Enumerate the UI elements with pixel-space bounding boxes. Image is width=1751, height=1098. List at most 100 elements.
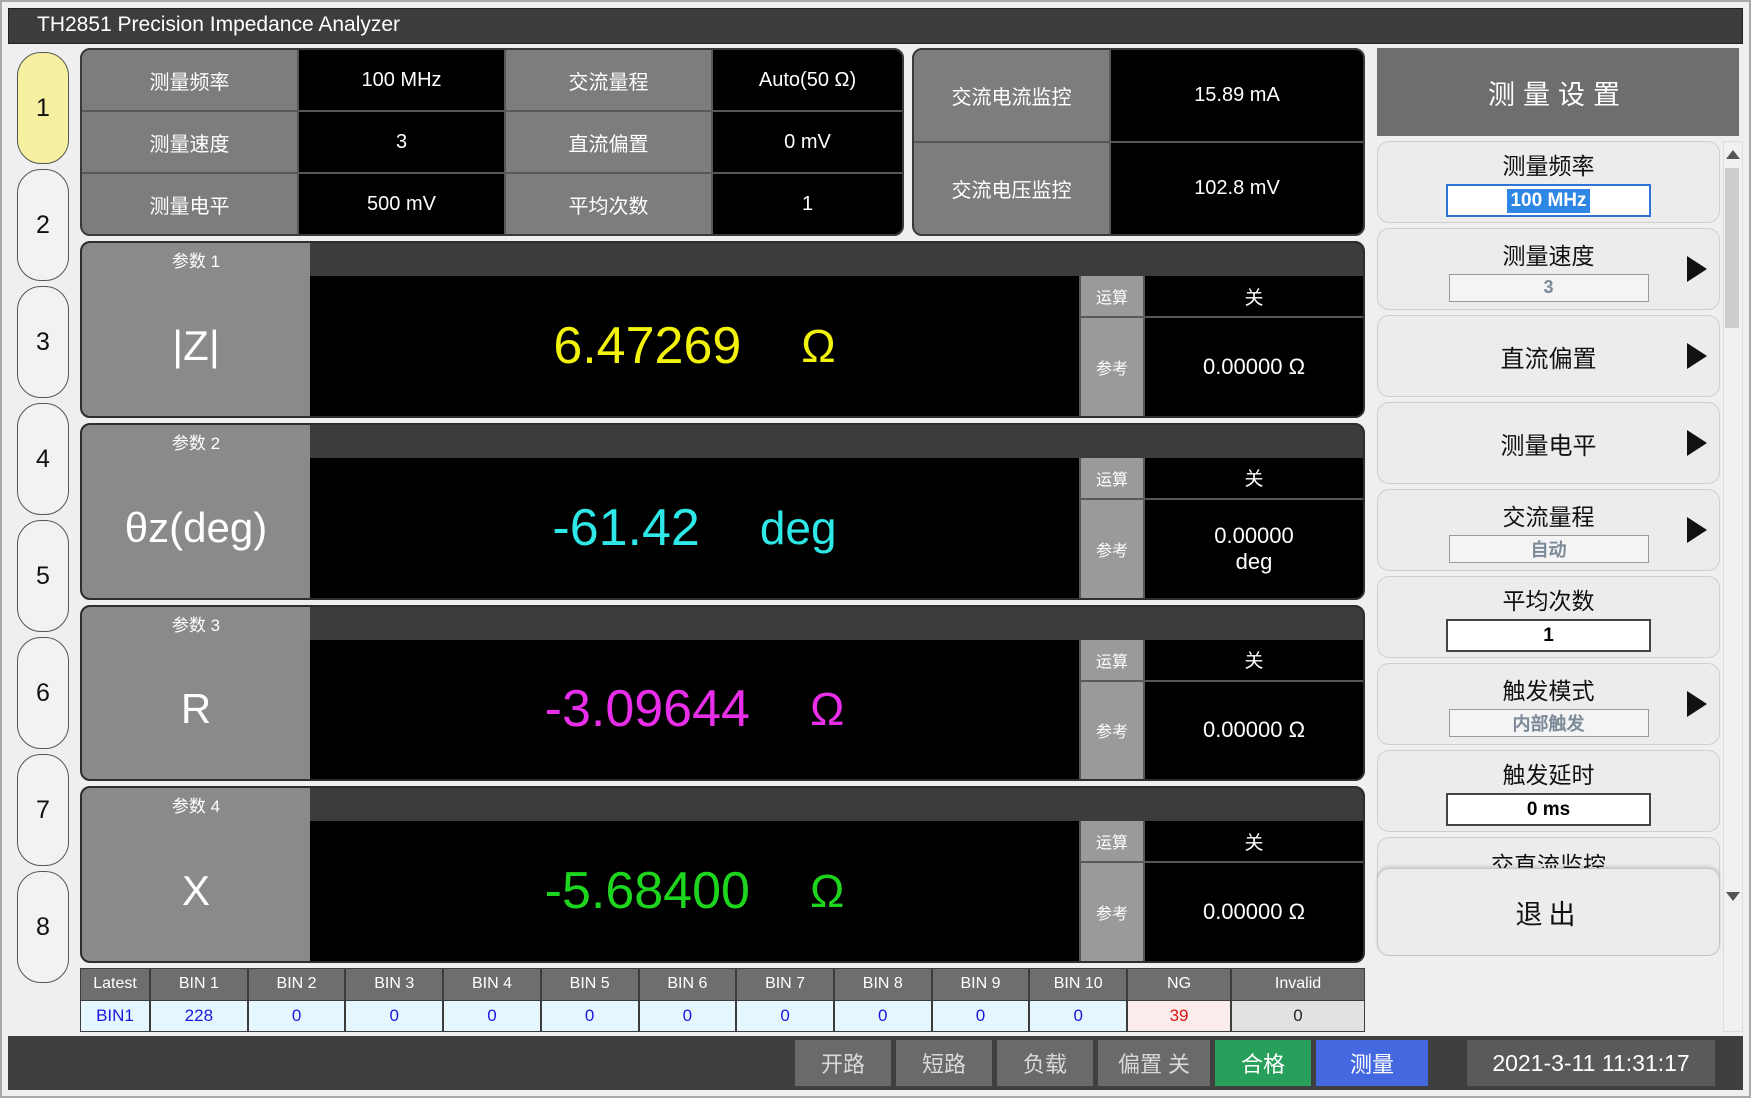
avg-label: 平均次数 [506, 174, 711, 234]
sidebar-item-speed[interactable]: 测量速度 3 [1377, 228, 1720, 310]
frequency-input[interactable]: 100 MHz [1446, 184, 1651, 217]
page-tab-7[interactable]: 7 [17, 754, 69, 866]
param-3-calc-label: 运算 [1081, 640, 1145, 680]
sidebar-item-frequency[interactable]: 测量频率 100 MHz [1377, 141, 1720, 223]
param-2-unit: deg [760, 501, 837, 555]
param-2-value-area: -61.42 deg [310, 458, 1079, 598]
ac-voltage-monitor-value: 102.8 mV [1111, 143, 1363, 234]
settings-sidebar: 测量设置 测量频率 100 MHz 测量速度 3 [1371, 44, 1743, 1032]
sidebar-item-dc-bias[interactable]: 直流偏置 [1377, 315, 1720, 397]
item-title: 直流偏置 [1501, 339, 1597, 374]
param-4-name[interactable]: X [82, 821, 310, 961]
param-3-body: R -3.09644 Ω 运算 关 参考 0.00000 Ω [82, 640, 1363, 780]
param-4-header-spacer [310, 788, 1363, 821]
item-title: 交流量程 [1503, 498, 1595, 532]
scrollbar-thumb[interactable] [1725, 168, 1739, 328]
scroll-down-icon[interactable] [1726, 892, 1740, 901]
scroll-up-icon[interactable] [1726, 150, 1740, 159]
bin-header: BIN 2 [249, 969, 345, 1000]
bin-col-1: BIN 1 228 [151, 969, 247, 1031]
sidebar-item-trigger-delay[interactable]: 触发延时 0 ms [1377, 750, 1720, 832]
param-panel-4: 参数 4 X -5.68400 Ω 运算 关 [80, 786, 1365, 963]
load-button[interactable]: 负载 [997, 1040, 1093, 1086]
bin-header: BIN 7 [737, 969, 833, 1000]
sidebar-scrollbar[interactable] [1723, 141, 1743, 1032]
measure-button[interactable]: 测量 [1316, 1040, 1428, 1086]
sidebar-item-level[interactable]: 测量电平 [1377, 402, 1720, 484]
level-label: 测量电平 [82, 174, 297, 234]
page-tab-4[interactable]: 4 [17, 403, 69, 515]
page-tab-5[interactable]: 5 [17, 520, 69, 632]
sidebar-header: 测量设置 [1377, 48, 1739, 136]
bin-col-7: BIN 7 0 [737, 969, 833, 1031]
bin-col-3: BIN 3 0 [346, 969, 442, 1031]
param-panel-1: 参数 1 |Z| 6.47269 Ω 运算 关 [80, 241, 1365, 418]
bin-value-ng: 39 [1128, 1001, 1230, 1032]
measure-settings-grid: 测量频率 100 MHz 交流量程 Auto(50 Ω) 测量速度 3 直流偏置… [80, 48, 904, 236]
short-circuit-button[interactable]: 短路 [896, 1040, 992, 1086]
dc-bias-label: 直流偏置 [506, 112, 711, 172]
trigger-mode-value-box[interactable]: 内部触发 [1449, 709, 1649, 737]
sidebar-item-average[interactable]: 平均次数 1 [1377, 576, 1720, 658]
param-3-header-spacer [310, 607, 1363, 640]
param-panel-2: 参数 2 θz(deg) -61.42 deg 运算 关 [80, 423, 1365, 600]
param-3-unit: Ω [810, 682, 844, 736]
arrow-right-icon [1687, 691, 1707, 717]
ac-voltage-monitor-label: 交流电压监控 [914, 143, 1109, 234]
app-title: TH2851 Precision Impedance Analyzer [37, 13, 400, 36]
param-1-value-area: 6.47269 Ω [310, 276, 1079, 416]
bias-off-button[interactable]: 偏置 关 [1098, 1040, 1210, 1086]
frequency-input-selected-text: 100 MHz [1507, 189, 1589, 213]
param-3-value-area: -3.09644 Ω [310, 640, 1079, 780]
bin-value: BIN1 [81, 1001, 149, 1032]
bin-header: NG [1128, 969, 1230, 1000]
bin-header: BIN 3 [346, 969, 442, 1000]
bin-value: 0 [737, 1001, 833, 1032]
bin-header: BIN 1 [151, 969, 247, 1000]
sidebar-item-ac-range[interactable]: 交流量程 自动 [1377, 489, 1720, 571]
bin-col-8: BIN 8 0 [835, 969, 931, 1031]
page-tab-rail: 1 2 3 4 5 6 7 8 [8, 44, 78, 1032]
ac-range-value-box[interactable]: 自动 [1449, 535, 1649, 563]
bin-col-5: BIN 5 0 [542, 969, 638, 1031]
trigger-delay-input[interactable]: 0 ms [1446, 793, 1651, 826]
sidebar-body: 测量频率 100 MHz 测量速度 3 直流偏置 [1377, 141, 1743, 1032]
avg-value: 1 [713, 174, 902, 234]
bin-col-4: BIN 4 0 [444, 969, 540, 1031]
param-4-tab: 参数 4 [82, 788, 310, 821]
speed-value-box[interactable]: 3 [1449, 274, 1649, 302]
param-2-body: θz(deg) -61.42 deg 运算 关 参考 0.00000 deg [82, 458, 1363, 598]
param-2-calc-value: 关 [1145, 458, 1363, 498]
page-tab-3[interactable]: 3 [17, 286, 69, 398]
param-3-ref-label: 参考 [1081, 682, 1145, 780]
param-2-ref-value: 0.00000 deg [1145, 500, 1363, 598]
bin-value: 228 [151, 1001, 247, 1032]
bin-header: BIN 10 [1030, 969, 1126, 1000]
param-4-calc-label: 运算 [1081, 821, 1145, 861]
bin-header: Invalid [1232, 969, 1364, 1000]
page-tab-2[interactable]: 2 [17, 169, 69, 281]
page-tab-6[interactable]: 6 [17, 637, 69, 749]
param-4-value: -5.68400 [545, 861, 750, 921]
page-tab-1[interactable]: 1 [17, 52, 69, 164]
item-title: 触发模式 [1503, 672, 1595, 706]
bin-header: Latest [81, 969, 149, 1000]
page-tab-8[interactable]: 8 [17, 871, 69, 983]
param-1-tab: 参数 1 [82, 243, 310, 276]
sidebar-item-trigger-mode[interactable]: 触发模式 内部触发 [1377, 663, 1720, 745]
param-4-calc-value: 关 [1145, 821, 1363, 861]
item-title: 触发延时 [1503, 756, 1595, 790]
level-value: 500 mV [299, 174, 504, 234]
param-4-header: 参数 4 [82, 788, 1363, 821]
arrow-right-icon [1687, 517, 1707, 543]
average-input[interactable]: 1 [1446, 619, 1651, 652]
param-1-body: |Z| 6.47269 Ω 运算 关 参考 0.00000 Ω [82, 276, 1363, 416]
exit-button[interactable]: 退出 [1377, 868, 1720, 956]
param-3-name[interactable]: R [82, 640, 310, 780]
open-circuit-button[interactable]: 开路 [795, 1040, 891, 1086]
param-1-name[interactable]: |Z| [82, 276, 310, 416]
param-1-header-spacer [310, 243, 1363, 276]
param-2-name[interactable]: θz(deg) [82, 458, 310, 598]
settings-row: 测量频率 100 MHz 交流量程 Auto(50 Ω) 测量速度 3 直流偏置… [80, 48, 1365, 236]
param-3-tab: 参数 3 [82, 607, 310, 640]
